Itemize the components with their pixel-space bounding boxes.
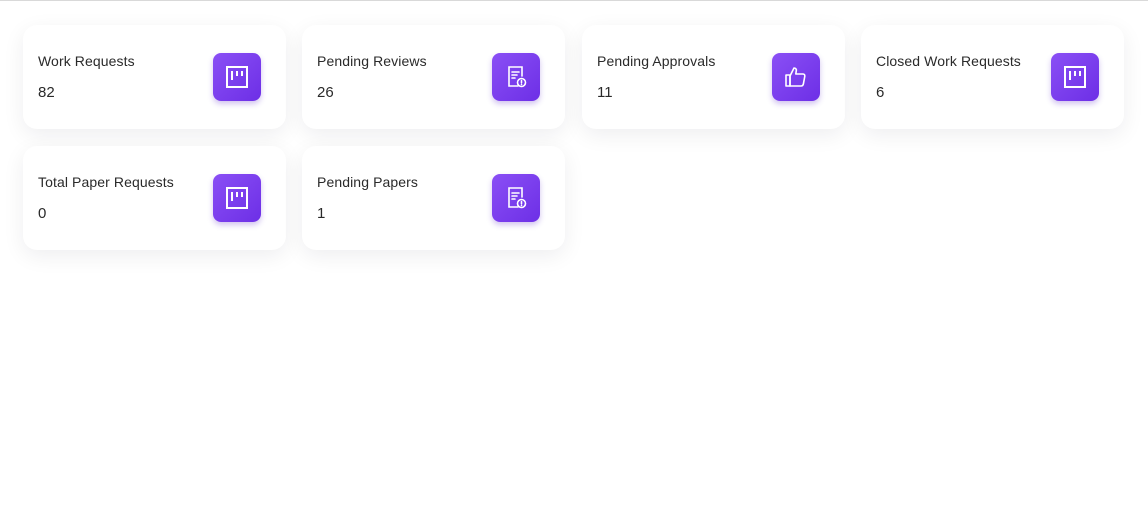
card-value: 11 xyxy=(597,84,613,101)
document-alert-icon xyxy=(492,53,540,101)
kanban-board-icon xyxy=(213,53,261,101)
card-value: 82 xyxy=(38,84,55,101)
card-value: 1 xyxy=(317,205,326,222)
stat-card-closed-work-requests[interactable]: Closed Work Requests 6 xyxy=(861,25,1124,129)
stat-card-pending-reviews[interactable]: Pending Reviews 26 xyxy=(302,25,565,129)
document-alert-icon xyxy=(492,174,540,222)
card-title: Pending Approvals xyxy=(597,53,716,69)
card-value: 0 xyxy=(38,205,47,222)
thumbs-up-icon xyxy=(772,53,820,101)
kanban-board-icon xyxy=(1051,53,1099,101)
kanban-board-icon xyxy=(213,174,261,222)
top-divider xyxy=(0,0,1148,1)
card-value: 26 xyxy=(317,84,334,101)
stat-card-work-requests[interactable]: Work Requests 82 xyxy=(23,25,286,129)
card-title: Pending Reviews xyxy=(317,53,427,69)
card-title: Pending Papers xyxy=(317,174,419,190)
card-title: Work Requests xyxy=(38,53,135,69)
card-value: 6 xyxy=(876,84,885,101)
card-title: Total Paper Requests xyxy=(38,174,174,190)
stat-card-pending-approvals[interactable]: Pending Approvals 11 xyxy=(582,25,845,129)
card-title: Closed Work Requests xyxy=(876,53,1021,69)
stat-card-total-paper-requests[interactable]: Total Paper Requests 0 xyxy=(23,146,286,250)
stat-card-pending-papers[interactable]: Pending Papers 1 xyxy=(302,146,565,250)
